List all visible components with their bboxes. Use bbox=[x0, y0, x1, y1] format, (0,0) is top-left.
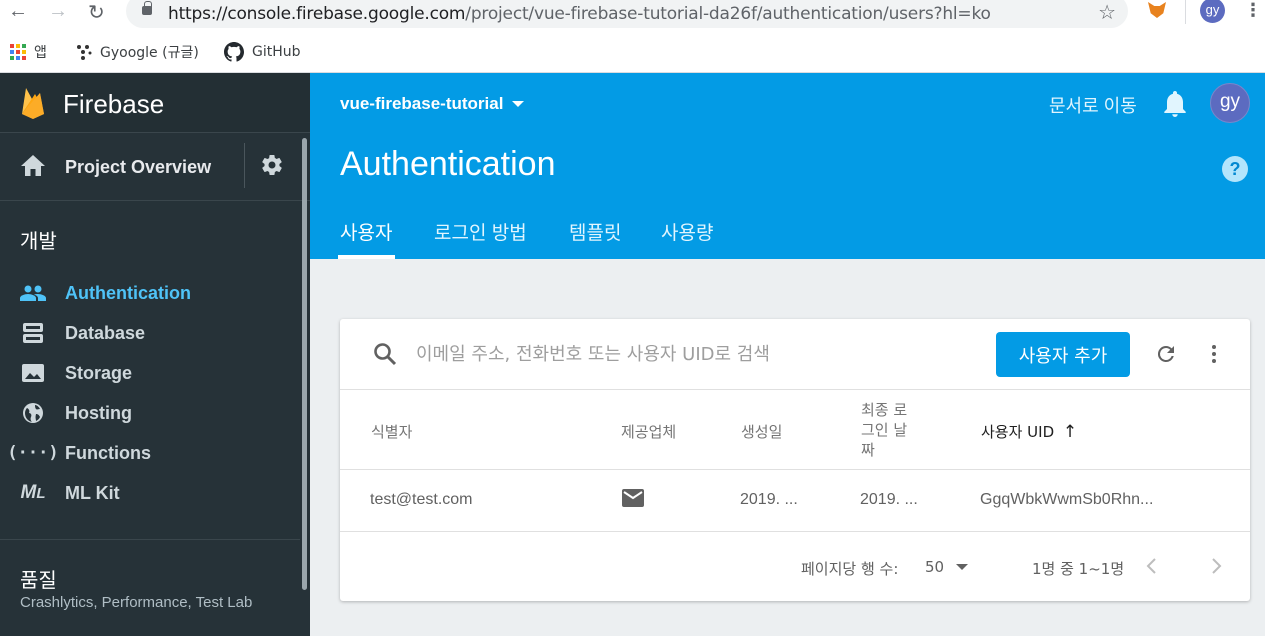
metamask-extension-icon[interactable] bbox=[1148, 2, 1166, 18]
sidebar-item-functions[interactable]: (···) Functions bbox=[0, 435, 300, 471]
globe-icon bbox=[20, 400, 46, 426]
cell-last-signin: 2019. ... bbox=[860, 491, 918, 508]
rows-per-page-select[interactable]: 50 bbox=[925, 558, 944, 576]
browser-toolbar: ← → ↻ https://console.firebase.google.co… bbox=[0, 0, 1265, 32]
back-icon[interactable]: ← bbox=[8, 0, 28, 23]
dots-icon bbox=[77, 45, 92, 60]
chevron-down-icon[interactable] bbox=[512, 101, 524, 107]
forward-icon[interactable]: → bbox=[48, 0, 68, 23]
browser-menu-icon[interactable]: ⋮ bbox=[1244, 0, 1262, 21]
pagination: 페이지당 행 수: 50 1명 중 1~1명 bbox=[340, 532, 1250, 601]
sidebar-divider bbox=[0, 539, 300, 540]
column-provider[interactable]: 제공업체 bbox=[621, 421, 676, 442]
prev-page-icon[interactable] bbox=[1142, 554, 1162, 578]
sidebar-item-label: ML Kit bbox=[65, 482, 120, 503]
url-text: https://console.firebase.google.com/proj… bbox=[168, 4, 991, 24]
add-user-button[interactable]: 사용자 추가 bbox=[996, 332, 1130, 377]
cell-uid: GgqWbkWwmSb0Rhn... bbox=[980, 491, 1154, 508]
toolbar-divider bbox=[1185, 0, 1186, 24]
sidebar-item-hosting[interactable]: Hosting bbox=[0, 395, 300, 431]
overview-divider bbox=[244, 143, 245, 188]
refresh-icon[interactable] bbox=[1154, 342, 1178, 366]
address-bar[interactable]: https://console.firebase.google.com/proj… bbox=[126, 0, 1128, 28]
sidebar-item-label: Storage bbox=[65, 362, 133, 383]
section-quality[interactable]: 품질 bbox=[20, 564, 57, 593]
tab-usage[interactable]: 사용량 bbox=[661, 218, 713, 245]
sidebar-scrollbar[interactable] bbox=[302, 138, 307, 590]
section-develop: 개발 bbox=[20, 231, 57, 253]
sidebar-item-label: Database bbox=[65, 322, 146, 343]
bookmark-github[interactable]: GitHub bbox=[224, 42, 301, 62]
brand-title[interactable]: Firebase bbox=[63, 89, 164, 120]
column-identifier[interactable]: 식별자 bbox=[371, 421, 412, 442]
column-created[interactable]: 생성일 bbox=[741, 421, 782, 442]
firebase-logo-icon[interactable] bbox=[20, 86, 46, 120]
sidebar-item-authentication[interactable]: Authentication bbox=[0, 275, 300, 311]
project-selector[interactable]: vue-firebase-tutorial bbox=[340, 94, 503, 114]
tab-templates[interactable]: 템플릿 bbox=[569, 218, 621, 245]
cell-created: 2019. ... bbox=[740, 491, 798, 508]
tab-users[interactable]: 사용자 bbox=[340, 218, 392, 245]
search-row: 사용자 추가 bbox=[340, 319, 1250, 390]
search-icon bbox=[374, 343, 397, 366]
bookmark-apps[interactable]: 앱 bbox=[10, 42, 47, 62]
bell-icon[interactable] bbox=[1163, 91, 1187, 117]
users-card: 사용자 추가 식별자 제공업체 생성일 최종 로 그인 날 짜 사용자 UID … bbox=[340, 319, 1250, 601]
sort-arrow-up-icon: ↑ bbox=[1062, 422, 1078, 442]
project-overview-label: Project Overview bbox=[65, 157, 212, 177]
mail-icon bbox=[622, 489, 644, 507]
docs-link[interactable]: 문서로 이동 bbox=[1049, 92, 1137, 118]
project-overview[interactable]: Project Overview bbox=[0, 133, 310, 201]
sidebar-item-ml-kit[interactable]: ML ML Kit bbox=[0, 475, 300, 511]
account-avatar[interactable]: gy bbox=[1210, 83, 1250, 123]
tab-signin-method[interactable]: 로그인 방법 bbox=[434, 218, 527, 245]
rows-per-page-label: 페이지당 행 수: bbox=[801, 560, 899, 578]
profile-avatar[interactable]: gy bbox=[1200, 0, 1225, 23]
column-last-signin[interactable]: 최종 로 그인 날 짜 bbox=[861, 400, 907, 460]
apps-icon bbox=[10, 44, 26, 60]
home-icon bbox=[21, 155, 45, 176]
sidebar-item-label: Authentication bbox=[65, 282, 191, 303]
image-icon bbox=[20, 360, 46, 386]
next-page-icon[interactable] bbox=[1206, 554, 1226, 578]
sidebar-item-label: Functions bbox=[65, 442, 151, 463]
table-header: 식별자 제공업체 생성일 최종 로 그인 날 짜 사용자 UID ↑ bbox=[340, 390, 1250, 470]
page-range: 1명 중 1~1명 bbox=[1032, 560, 1125, 578]
page-title: Authentication bbox=[340, 145, 556, 183]
table-row[interactable]: test@test.com 2019. ... 2019. ... GgqWbk… bbox=[340, 470, 1250, 532]
sidebar-item-database[interactable]: Database bbox=[0, 315, 300, 351]
sidebar-header: Firebase bbox=[0, 73, 310, 133]
search-input[interactable] bbox=[416, 339, 956, 369]
sidebar-item-label: Hosting bbox=[65, 402, 132, 423]
bookmark-star-icon[interactable]: ☆ bbox=[1098, 0, 1116, 25]
mlkit-icon: ML bbox=[20, 482, 46, 503]
column-uid[interactable]: 사용자 UID ↑ bbox=[981, 421, 1077, 442]
gear-icon[interactable] bbox=[260, 153, 284, 177]
more-options-icon[interactable] bbox=[1206, 342, 1222, 366]
cell-identifier: test@test.com bbox=[370, 491, 473, 508]
functions-icon: (···) bbox=[7, 443, 59, 463]
help-icon[interactable]: ? bbox=[1222, 156, 1248, 182]
sidebar-item-storage[interactable]: Storage bbox=[0, 355, 300, 391]
chevron-down-icon[interactable] bbox=[956, 564, 968, 570]
lock-icon bbox=[142, 1, 152, 15]
people-icon bbox=[20, 280, 46, 306]
page-header: vue-firebase-tutorial 문서로 이동 gy Authenti… bbox=[310, 73, 1265, 259]
database-icon bbox=[20, 320, 46, 346]
bookmarks-bar: 앱 Gyoogle (규글) GitHub bbox=[0, 32, 1265, 73]
active-tab-indicator bbox=[338, 255, 395, 259]
github-icon bbox=[224, 42, 244, 62]
bookmark-gyoogle[interactable]: Gyoogle (규글) bbox=[76, 42, 199, 62]
sidebar: Firebase Project Overview 개발 Authenticat… bbox=[0, 73, 310, 636]
section-quality-subtitle: Crashlytics, Performance, Test Lab bbox=[20, 594, 253, 611]
reload-icon[interactable]: ↻ bbox=[88, 0, 105, 25]
